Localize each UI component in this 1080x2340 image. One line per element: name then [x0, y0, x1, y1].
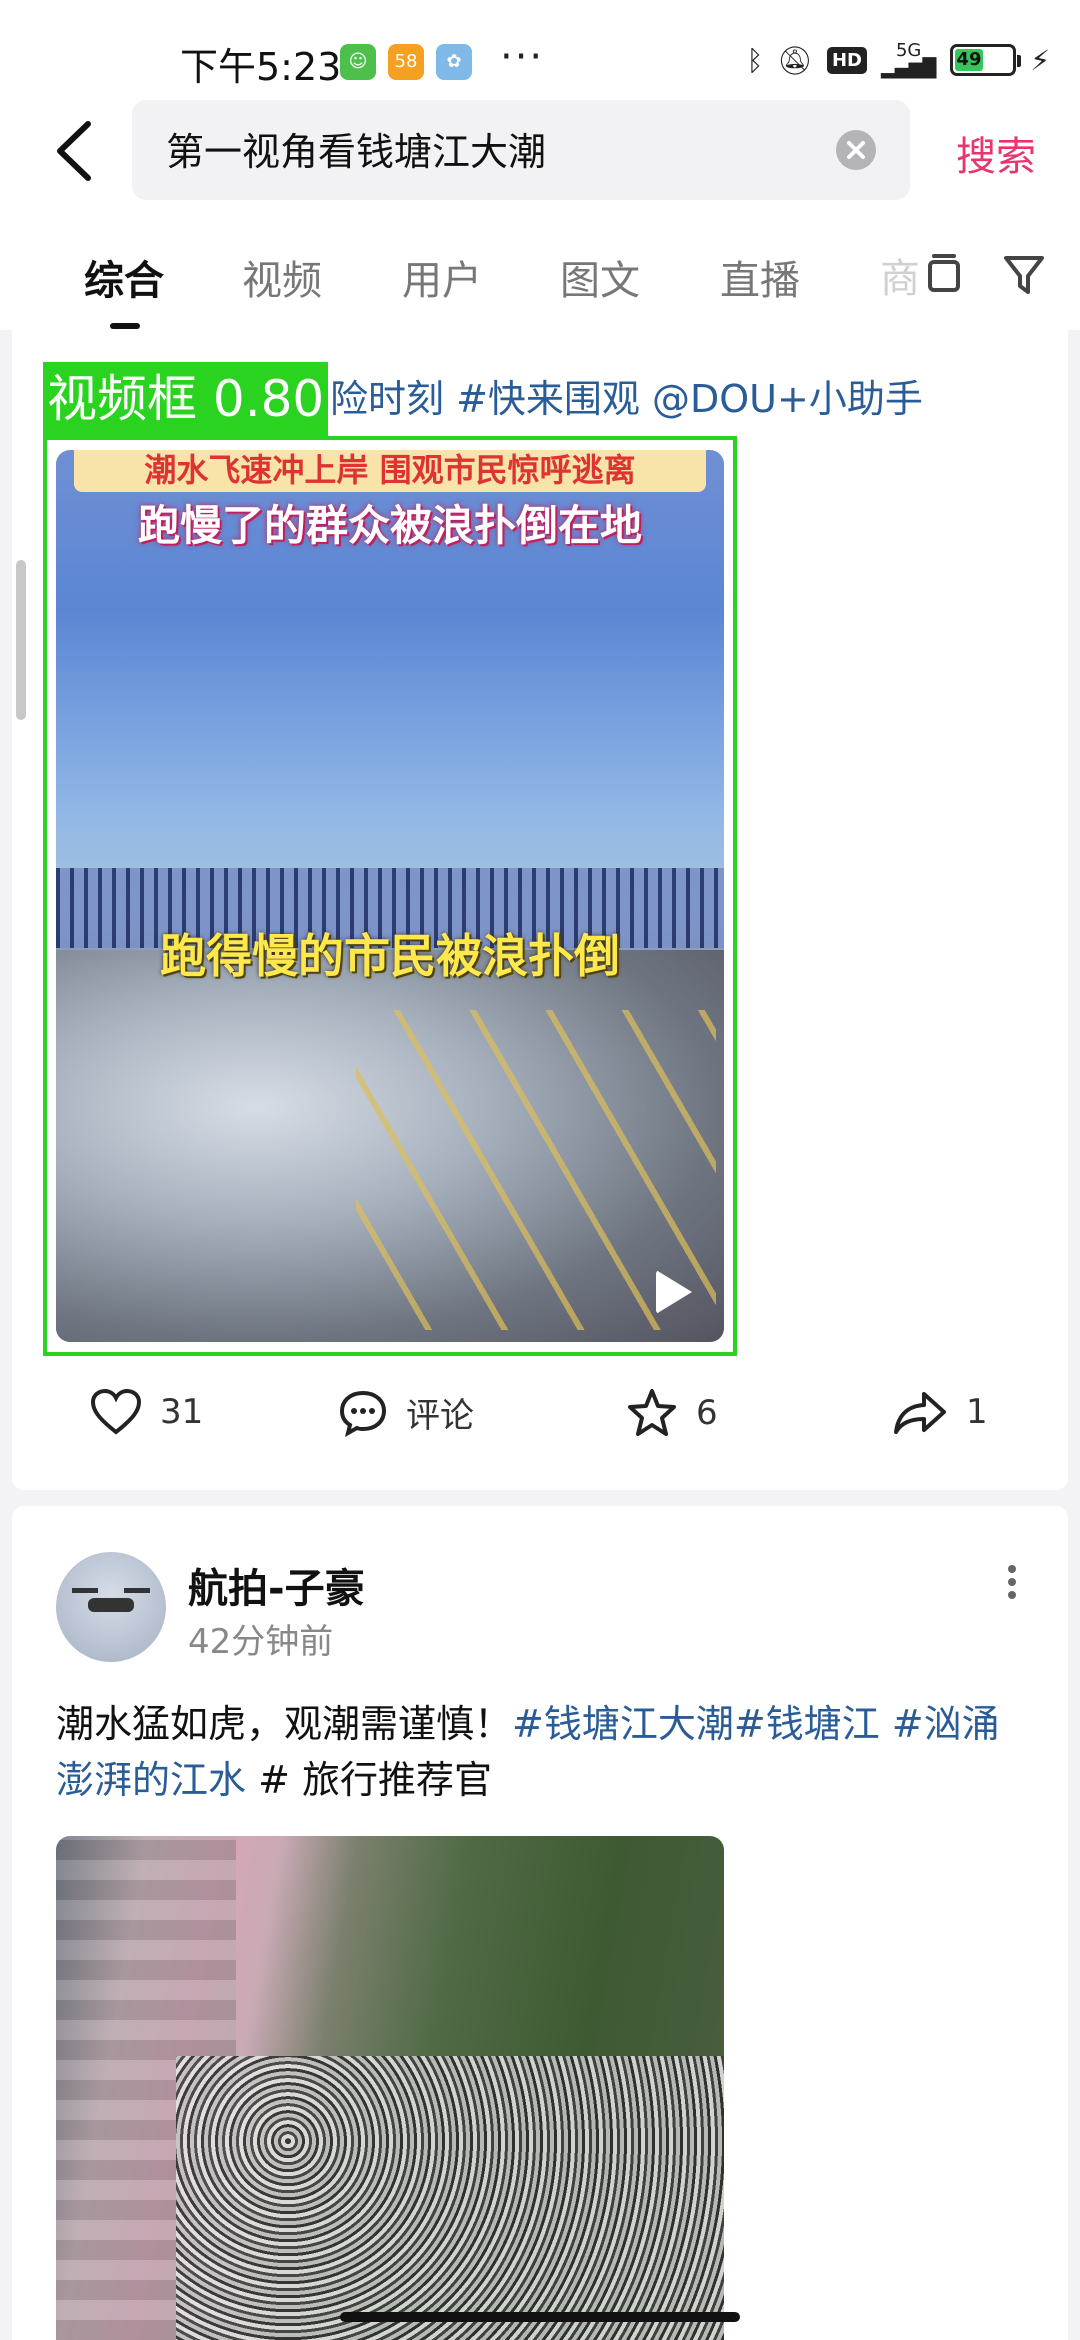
- tab-all[interactable]: 综合: [84, 248, 164, 306]
- filter-icon[interactable]: [1002, 250, 1046, 298]
- app-notification-icon: ✿: [436, 44, 472, 80]
- tab-live[interactable]: 直播: [720, 248, 800, 306]
- hashtag-text[interactable]: # 旅行推荐官: [258, 1758, 492, 1802]
- more-notifications-icon: ···: [500, 34, 545, 80]
- status-icons: ᛒ 🔕︎ HD 5G ▂▄▆█ 49 ⚡: [747, 38, 1050, 82]
- author-name[interactable]: 航拍-子豪: [188, 1556, 365, 1614]
- tab-bar: 综合 视频 用户 图文 直播 商: [0, 210, 1080, 330]
- star-icon: [628, 1389, 676, 1436]
- hd-badge: HD: [826, 46, 867, 74]
- network-type: 5G ▂▄▆█: [880, 40, 937, 79]
- status-time: 下午5:23: [180, 45, 342, 89]
- post-time: 42分钟前: [188, 1622, 334, 1662]
- search-header: 搜索: [0, 100, 1080, 210]
- battery-level: 49: [955, 49, 983, 71]
- like-count: 31: [160, 1392, 204, 1432]
- status-bar: 下午5:23 ☺ 58 ✿ ··· ᛒ 🔕︎ HD 5G ▂▄▆█ 49 ⚡: [0, 0, 1080, 100]
- detection-label: 视频框 0.80: [43, 362, 329, 438]
- tab-video[interactable]: 视频: [242, 248, 322, 306]
- comment-button[interactable]: 评论: [338, 1388, 474, 1437]
- home-indicator[interactable]: [340, 2312, 740, 2322]
- like-button[interactable]: 31: [90, 1388, 203, 1436]
- back-arrow-icon[interactable]: [48, 118, 108, 184]
- more-options-icon[interactable]: [1000, 1560, 1024, 1610]
- comment-label: 评论: [406, 1396, 474, 1436]
- comment-icon: [339, 1390, 387, 1437]
- scrollbar[interactable]: [16, 560, 26, 720]
- detection-box: [43, 436, 737, 1356]
- active-tab-indicator: [110, 323, 140, 329]
- mute-bell-icon: 🔕︎: [777, 43, 813, 77]
- tab-users[interactable]: 用户: [402, 248, 482, 306]
- favorite-button[interactable]: 6: [626, 1388, 718, 1438]
- drone-icon: [72, 1588, 150, 1612]
- post-image[interactable]: [56, 1836, 724, 2340]
- share-button[interactable]: 1: [892, 1388, 988, 1436]
- favorite-count: 6: [696, 1393, 718, 1433]
- bluetooth-icon: ᛒ: [746, 43, 764, 77]
- post-text: 潮水猛如虎，观潮需谨慎！#钱塘江大潮#钱塘江 #汹涌澎湃的江水 # 旅行推荐官: [56, 1702, 1000, 1802]
- app-notification-icon: ☺: [340, 44, 376, 80]
- tab-shop[interactable]: 商: [880, 246, 920, 304]
- share-count: 1: [966, 1392, 988, 1432]
- heart-icon: [90, 1388, 142, 1435]
- battery-icon: 49: [950, 44, 1022, 76]
- avatar[interactable]: [56, 1552, 166, 1662]
- search-input[interactable]: [166, 126, 766, 170]
- tab-image-text[interactable]: 图文: [560, 248, 640, 306]
- app-notification-icon: 58: [388, 44, 424, 80]
- post-actions: 31 评论 6 1: [12, 1380, 1068, 1450]
- charging-icon: ⚡: [1030, 43, 1050, 77]
- tab-menu-icon[interactable]: [922, 250, 966, 298]
- crowd: [176, 2056, 724, 2340]
- share-icon: [894, 1392, 946, 1434]
- search-bar[interactable]: [132, 100, 910, 200]
- clear-icon[interactable]: [836, 130, 876, 170]
- search-button[interactable]: 搜索: [956, 124, 1036, 182]
